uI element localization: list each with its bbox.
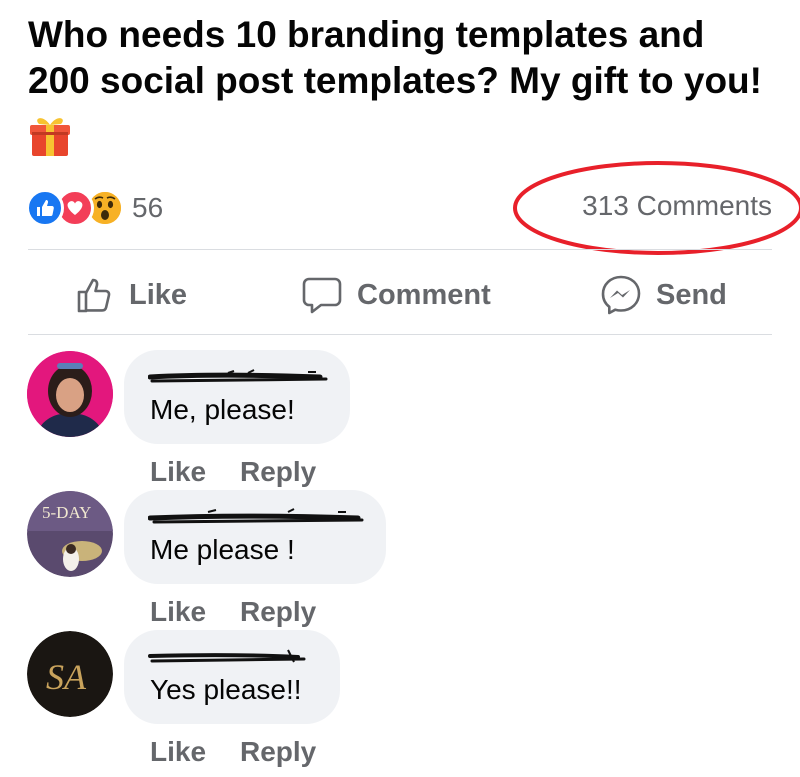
comment-reply-link[interactable]: Reply [240, 596, 316, 628]
post-action-bar: Like Comment Send [0, 270, 800, 320]
post-text: Who needs 10 branding templates and 200 … [28, 12, 798, 104]
thumbs-up-icon [77, 278, 111, 313]
reaction-count: 56 [132, 192, 164, 223]
like-reaction-icon [26, 189, 64, 227]
avatar[interactable]: 5-DAY [27, 491, 113, 577]
comment-like-link[interactable]: Like [150, 456, 206, 488]
comment-button-label: Comment [357, 278, 491, 311]
redacted-name-scribble [148, 649, 306, 663]
redacted-name-scribble [148, 508, 364, 524]
comment-bubble-icon [302, 277, 342, 314]
avatar-monogram-text: SA [46, 657, 87, 697]
avatar[interactable]: SA [27, 631, 113, 717]
send-button-label: Send [656, 278, 727, 311]
comments-count-link[interactable]: 313 Comments [582, 190, 772, 222]
messenger-icon [601, 275, 641, 315]
comment-bubble[interactable]: Me, please! [124, 350, 350, 444]
divider-bottom [28, 334, 772, 335]
redacted-name-scribble [148, 369, 328, 383]
comment-bubble[interactable]: Me please ! [124, 490, 386, 584]
comment-text: Me, please! [150, 394, 295, 425]
like-button-label: Like [129, 278, 188, 311]
comment-like-link[interactable]: Like [150, 736, 206, 768]
comment-bubble[interactable]: Yes please!! [124, 630, 340, 724]
like-button[interactable]: Like [75, 270, 187, 320]
avatar-badge-text: 5-DAY [42, 503, 91, 522]
send-button[interactable]: Send [600, 270, 727, 320]
comment-text: Yes please!! [150, 674, 302, 705]
avatar[interactable] [27, 351, 113, 437]
reactions-summary[interactable]: 56 [26, 189, 163, 227]
post-text-line-2: 200 social post templates? My gift to yo… [28, 60, 762, 101]
comment-button[interactable]: Comment [301, 270, 491, 320]
comment-text: Me please ! [150, 534, 295, 565]
comment-like-link[interactable]: Like [150, 596, 206, 628]
gift-emoji-icon [30, 118, 70, 156]
comment-reply-link[interactable]: Reply [240, 456, 316, 488]
comment-reply-link[interactable]: Reply [240, 736, 316, 768]
post-text-line-1: Who needs 10 branding templates and [28, 14, 705, 55]
divider-top [28, 249, 772, 250]
